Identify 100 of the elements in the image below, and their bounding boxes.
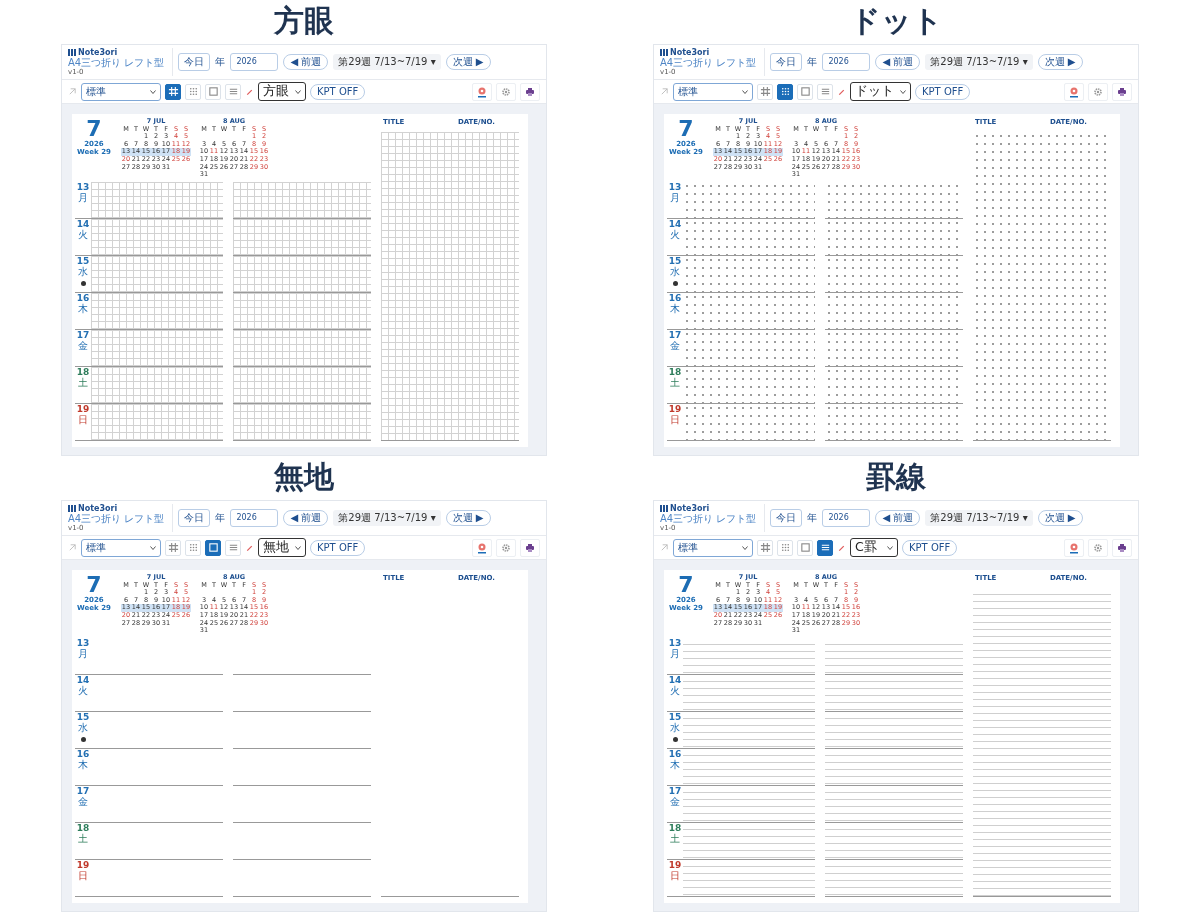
theme-button[interactable] bbox=[1064, 82, 1084, 101]
weekday-label: 月 bbox=[78, 648, 88, 659]
caret-icon bbox=[150, 545, 156, 550]
pattern-button[interactable] bbox=[165, 83, 181, 100]
layout-select[interactable]: 標準 bbox=[673, 82, 753, 101]
day-number: 16 bbox=[668, 293, 682, 303]
day-number: 14 bbox=[668, 219, 682, 229]
weekday-label: 水 bbox=[670, 266, 680, 277]
grid-icon bbox=[759, 542, 771, 553]
next-week-button[interactable]: 次週 ▶ bbox=[445, 510, 491, 526]
kpt-toggle[interactable]: KPT OFF bbox=[310, 83, 366, 100]
day-number: 14 bbox=[76, 675, 90, 685]
day-number: 16 bbox=[76, 293, 90, 303]
weekday-label: 火 bbox=[670, 229, 680, 240]
weekday-label: 木 bbox=[670, 759, 680, 770]
app-subtitle: A4三つ折り レフト型 bbox=[660, 57, 757, 68]
caret-icon bbox=[150, 89, 156, 94]
layout-select[interactable]: 標準 bbox=[81, 538, 161, 557]
section-heading: 無地 bbox=[274, 458, 334, 496]
weekday-label: 日 bbox=[670, 870, 680, 881]
kpt-toggle[interactable]: KPT OFF bbox=[902, 539, 958, 556]
print-button[interactable] bbox=[520, 82, 540, 101]
week-select[interactable]: 第29週 7/13~7/19 ▾ bbox=[925, 510, 1033, 526]
printer-icon bbox=[525, 542, 535, 553]
weekday-label: 月 bbox=[670, 192, 680, 203]
square-icon bbox=[207, 542, 219, 553]
day-number: 19 bbox=[76, 860, 90, 870]
printer-icon bbox=[1117, 86, 1127, 97]
settings-icon bbox=[501, 542, 511, 553]
prev-week-button[interactable]: ◀ 前週 bbox=[283, 510, 329, 526]
dot-grid-icon bbox=[187, 542, 199, 553]
theme-button[interactable] bbox=[1064, 538, 1084, 557]
year-field[interactable]: 2026 bbox=[822, 53, 871, 71]
pattern-button[interactable] bbox=[777, 83, 793, 100]
week-select[interactable]: 第29週 7/13~7/19 ▾ bbox=[925, 54, 1033, 70]
year-field[interactable]: 2026 bbox=[822, 509, 871, 527]
caret-icon bbox=[742, 545, 748, 550]
prev-week-button[interactable]: ◀ 前週 bbox=[875, 54, 921, 70]
today-button[interactable]: 今日 bbox=[770, 53, 803, 71]
weekday-label: 日 bbox=[78, 870, 88, 881]
weekday-label: 木 bbox=[670, 303, 680, 314]
theme-button[interactable] bbox=[472, 82, 492, 101]
weekday-label: 金 bbox=[670, 796, 680, 807]
pattern-select[interactable]: ドット bbox=[850, 82, 911, 101]
kpt-toggle[interactable]: KPT OFF bbox=[310, 539, 366, 556]
square-icon bbox=[799, 86, 811, 97]
weekday-label: 火 bbox=[670, 685, 680, 696]
day-number: 19 bbox=[668, 860, 682, 870]
weekday-label: 金 bbox=[78, 796, 88, 807]
print-button[interactable] bbox=[1112, 538, 1132, 557]
printer-icon bbox=[525, 86, 535, 97]
prev-week-button[interactable]: ◀ 前週 bbox=[875, 510, 921, 526]
day-number: 17 bbox=[76, 786, 90, 796]
pattern-button[interactable] bbox=[817, 539, 833, 556]
day-number: 19 bbox=[76, 404, 90, 414]
printer-icon bbox=[1117, 542, 1127, 553]
moon-icon bbox=[80, 281, 86, 286]
grid-icon bbox=[167, 86, 179, 97]
today-button[interactable]: 今日 bbox=[770, 509, 803, 527]
section-heading: ドット bbox=[849, 2, 943, 40]
next-week-button[interactable]: 次週 ▶ bbox=[1037, 54, 1083, 70]
month-number: 7 bbox=[86, 118, 102, 140]
app-logo: Note3ori bbox=[68, 48, 165, 57]
pattern-select[interactable]: 無地 bbox=[258, 538, 306, 557]
prev-week-button[interactable]: ◀ 前週 bbox=[283, 54, 329, 70]
bars-icon bbox=[68, 505, 76, 512]
caret-icon bbox=[900, 89, 906, 94]
day-number: 13 bbox=[76, 182, 90, 192]
today-button[interactable]: 今日 bbox=[178, 53, 211, 71]
next-week-button[interactable]: 次週 ▶ bbox=[445, 54, 491, 70]
day-number: 18 bbox=[76, 367, 90, 377]
week-select[interactable]: 第29週 7/13~7/19 ▾ bbox=[333, 510, 441, 526]
day-number: 16 bbox=[76, 749, 90, 759]
year-field[interactable]: 2026 bbox=[230, 53, 279, 71]
pattern-select[interactable]: 方眼 bbox=[258, 82, 306, 101]
app-logo: Note3ori bbox=[660, 504, 757, 513]
day-number: 19 bbox=[668, 404, 682, 414]
year-field[interactable]: 2026 bbox=[230, 509, 279, 527]
kpt-toggle[interactable]: KPT OFF bbox=[915, 83, 971, 100]
layout-select[interactable]: 標準 bbox=[81, 82, 161, 101]
theme-button[interactable] bbox=[472, 538, 492, 557]
weekday-label: 火 bbox=[78, 685, 88, 696]
weekday-label: 月 bbox=[78, 192, 88, 203]
bars-icon bbox=[68, 49, 76, 56]
year-label: 年 bbox=[807, 55, 818, 69]
moon-icon bbox=[672, 737, 678, 742]
day-number: 16 bbox=[668, 749, 682, 759]
layout-select[interactable]: 標準 bbox=[673, 538, 753, 557]
today-button[interactable]: 今日 bbox=[178, 509, 211, 527]
print-button[interactable] bbox=[520, 538, 540, 557]
pattern-select[interactable]: C罫 bbox=[850, 538, 898, 557]
print-button[interactable] bbox=[1112, 82, 1132, 101]
weekday-label: 火 bbox=[78, 229, 88, 240]
day-number: 15 bbox=[76, 712, 90, 722]
pattern-button[interactable] bbox=[205, 539, 221, 556]
bars-icon bbox=[660, 505, 668, 512]
grid-icon bbox=[759, 86, 771, 97]
next-week-button[interactable]: 次週 ▶ bbox=[1037, 510, 1083, 526]
dot-grid-icon bbox=[779, 542, 791, 553]
week-select[interactable]: 第29週 7/13~7/19 ▾ bbox=[333, 54, 441, 70]
